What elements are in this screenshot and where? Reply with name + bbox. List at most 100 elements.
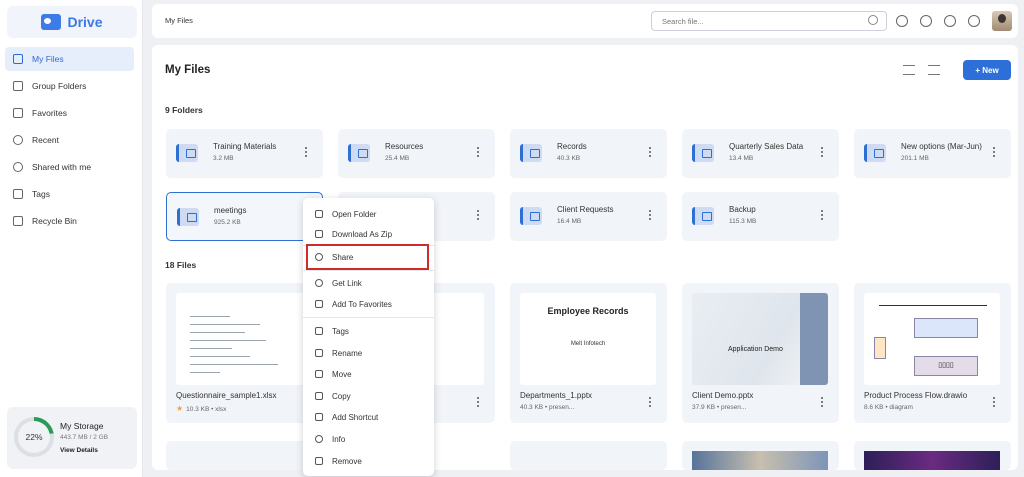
file-meta: ★ 10.3 KB • xlsx — [176, 404, 226, 413]
menu-item-get-link[interactable]: Get Link — [303, 273, 434, 293]
tag-icon — [315, 327, 323, 335]
shortcut-icon — [315, 413, 323, 421]
brand-logo[interactable]: Drive — [7, 6, 137, 38]
globe-icon[interactable] — [920, 15, 932, 27]
folder-icon — [692, 207, 714, 225]
folder-card[interactable]: Training Materials 3.2 MB — [166, 129, 323, 178]
folder-name: Resources — [385, 142, 424, 151]
star-icon — [13, 108, 23, 118]
sidebar-item-shared-with-me[interactable]: Shared with me — [5, 155, 134, 179]
folder-size: 13.4 MB — [729, 155, 754, 162]
sidebar-item-recent[interactable]: Recent — [5, 128, 134, 152]
menu-item-remove[interactable]: Remove — [303, 451, 434, 471]
menu-item-tags[interactable]: Tags — [303, 321, 434, 341]
file-name: Departments_1.pptx — [520, 391, 593, 400]
sidebar-item-label: Recent — [32, 135, 59, 145]
search-icon[interactable] — [868, 15, 878, 25]
copy-icon — [315, 392, 323, 400]
more-options-icon[interactable] — [993, 397, 996, 408]
menu-item-rename[interactable]: Rename — [303, 343, 434, 363]
menu-item-label: Tags — [332, 326, 349, 336]
menu-item-label: Add To Favorites — [332, 299, 392, 309]
files-heading: 18 Files — [165, 260, 197, 270]
menu-item-add-shortcut[interactable]: Add Shortcut — [303, 407, 434, 427]
file-card[interactable] — [854, 441, 1011, 470]
view-details-link[interactable]: View Details — [60, 447, 98, 454]
folder-icon — [348, 144, 370, 162]
main-content: My Files + New 9 Folders Training Materi… — [152, 45, 1018, 470]
more-options-icon[interactable] — [649, 147, 652, 158]
sidebar-item-my-files[interactable]: My Files — [5, 47, 134, 71]
search-input[interactable] — [651, 11, 887, 31]
folder-name: Training Materials — [213, 142, 277, 151]
folder-card[interactable]: Resources 25.4 MB — [338, 129, 495, 178]
folder-card[interactable]: Client Requests 16.4 MB — [510, 192, 667, 241]
file-card[interactable]: Application Demo Client Demo.pptx 37.9 K… — [682, 283, 839, 423]
file-card[interactable] — [510, 441, 667, 470]
file-thumbnail: Employee Records Melt Infotech — [520, 293, 656, 385]
menu-item-label: Download As Zip — [332, 229, 393, 239]
file-card[interactable] — [166, 441, 323, 470]
menu-item-label: Copy — [332, 391, 351, 401]
more-options-icon[interactable] — [649, 397, 652, 408]
file-card[interactable]: Employee Records Melt Infotech Departmen… — [510, 283, 667, 423]
info-icon[interactable] — [968, 15, 980, 27]
menu-item-info[interactable]: Info — [303, 429, 434, 449]
file-thumbnail: ▯▯▯▯ — [864, 293, 1000, 385]
context-menu: Open Folder Download As Zip Share Get Li… — [303, 198, 434, 476]
menu-item-label: Get Link — [332, 278, 362, 288]
folder-icon — [176, 144, 198, 162]
sidebar-item-label: Tags — [32, 189, 50, 199]
file-card[interactable]: Questionnaire_sample1.xlsx ★ 10.3 KB • xl… — [166, 283, 323, 423]
menu-item-open-folder[interactable]: Open Folder — [303, 204, 434, 224]
folder-name: Backup — [729, 205, 756, 214]
sidebar-item-group-folders[interactable]: Group Folders — [5, 74, 134, 98]
thumbnail-title: Employee Records — [547, 306, 629, 316]
more-options-icon[interactable] — [477, 147, 480, 158]
file-icon — [13, 54, 23, 64]
more-options-icon[interactable] — [821, 147, 824, 158]
new-button[interactable]: + New — [963, 60, 1011, 80]
sort-icon[interactable] — [903, 65, 915, 75]
sidebar-item-label: My Files — [32, 54, 64, 64]
sidebar-item-label: Group Folders — [32, 81, 87, 91]
more-options-icon[interactable] — [821, 397, 824, 408]
thumbnail-subtitle: Melt Infotech — [570, 341, 606, 347]
sidebar-item-recycle-bin[interactable]: Recycle Bin — [5, 209, 134, 233]
brand-name: Drive — [67, 14, 103, 30]
sidebar-item-tags[interactable]: Tags — [5, 182, 134, 206]
more-options-icon[interactable] — [305, 147, 308, 158]
breadcrumb: My Files — [165, 16, 193, 25]
folder-icon — [177, 208, 199, 226]
folder-name: Client Requests — [557, 205, 614, 214]
menu-item-move[interactable]: Move — [303, 364, 434, 384]
more-options-icon[interactable] — [477, 210, 480, 221]
moon-icon[interactable] — [896, 15, 908, 27]
more-options-icon[interactable] — [477, 397, 480, 408]
folder-card[interactable]: Quarterly Sales Data 13.4 MB — [682, 129, 839, 178]
star-icon[interactable]: ★ — [176, 404, 183, 413]
menu-item-add-to-favorites[interactable]: Add To Favorites — [303, 294, 434, 314]
folder-card[interactable]: New options (Mar-Jun) 201.1 MB — [854, 129, 1011, 178]
sidebar-nav: My Files Group Folders Favorites Recent … — [5, 47, 134, 236]
settings-icon[interactable] — [944, 15, 956, 27]
sidebar-item-favorites[interactable]: Favorites — [5, 101, 134, 125]
file-thumbnail — [176, 293, 312, 385]
avatar[interactable] — [992, 11, 1012, 31]
link-icon — [315, 279, 323, 287]
more-options-icon[interactable] — [993, 147, 996, 158]
folder-card[interactable]: Backup 115.3 MB — [682, 192, 839, 241]
more-options-icon[interactable] — [649, 210, 652, 221]
menu-item-download-zip[interactable]: Download As Zip — [303, 224, 434, 244]
filter-icon[interactable] — [928, 65, 940, 75]
folder-card[interactable]: Records 40.3 KB — [510, 129, 667, 178]
storage-ring: 22% — [14, 417, 54, 457]
file-card[interactable]: ▯▯▯▯ Product Process Flow.drawio 8.6 KB … — [854, 283, 1011, 423]
more-options-icon[interactable] — [821, 210, 824, 221]
file-card[interactable] — [682, 441, 839, 470]
file-meta: 37.9 KB • presen... — [692, 404, 747, 411]
storage-size: 443.7 MB / 2 GB — [60, 434, 109, 441]
pencil-icon — [315, 349, 323, 357]
menu-item-copy[interactable]: Copy — [303, 386, 434, 406]
folder-card-selected[interactable]: meetings 925.2 KB — [166, 192, 323, 241]
